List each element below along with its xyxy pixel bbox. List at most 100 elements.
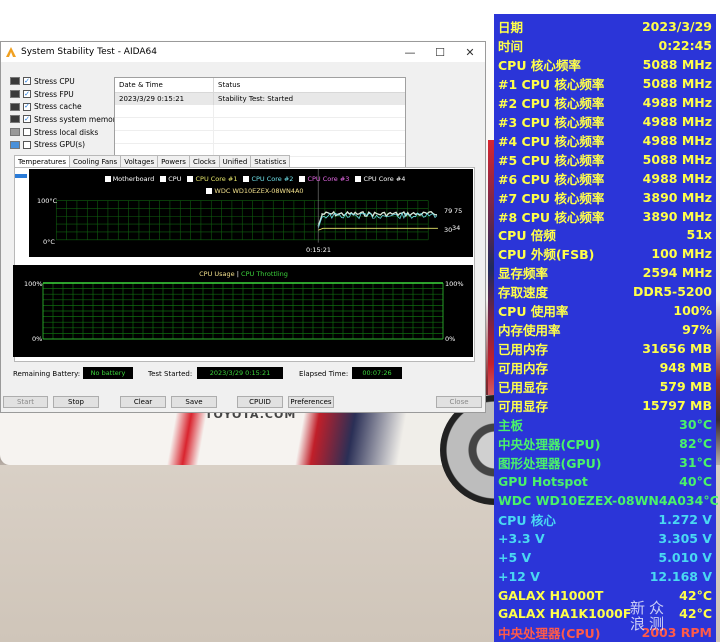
osd-sensor-value: 40°C xyxy=(679,473,712,489)
osd-sensor-row: #1 CPU 核心频率 5088 MHz xyxy=(494,74,716,93)
osd-sensor-row: 存取速度 DDR5-5200 xyxy=(494,282,716,301)
osd-sensor-row: GALAX HA1K1000F 42°C xyxy=(494,604,716,623)
osd-sensor-value: 31°C xyxy=(679,454,712,470)
preferences-button[interactable]: Preferences xyxy=(288,396,334,408)
legend-cpu-throttling: CPU Throttling xyxy=(241,270,288,278)
legend-label: CPU Core #2 xyxy=(251,175,294,183)
osd-sensor-label: #4 CPU 核心频率 xyxy=(498,133,605,149)
minimize-button[interactable]: — xyxy=(395,46,425,59)
osd-sensor-label: +5 V xyxy=(498,549,532,565)
maximize-button[interactable]: ☐ xyxy=(425,46,455,59)
osd-sensor-row: 日期 2023/3/29 xyxy=(494,17,716,36)
stress-checkbox[interactable] xyxy=(23,140,31,149)
osd-sensor-row: +5 V 5.010 V xyxy=(494,548,716,567)
osd-sensor-row: CPU 使用率 100% xyxy=(494,301,716,320)
stress-option-row[interactable]: ✓ Stress CPU xyxy=(10,75,120,88)
osd-sensor-row: 可用显存 15797 MB xyxy=(494,396,716,415)
osd-sensor-value: 100 MHz xyxy=(651,246,712,262)
osd-sensor-value: 579 MB xyxy=(659,379,712,395)
stress-checkbox[interactable]: ✓ xyxy=(23,77,31,86)
osd-sensor-label: #5 CPU 核心频率 xyxy=(498,152,605,168)
elapsed-time-label: Elapsed Time: xyxy=(299,370,349,378)
osd-sensor-value: 15797 MB xyxy=(642,398,712,413)
osd-sensor-row: #2 CPU 核心频率 4988 MHz xyxy=(494,93,716,112)
osd-sensor-row: CPU 核心 1.272 V xyxy=(494,510,716,529)
checkbox-icon xyxy=(104,176,111,182)
stress-option-row[interactable]: ✓ Stress FPU xyxy=(10,88,120,101)
legend-item[interactable]: CPU xyxy=(160,175,181,183)
cpu-chip-icon xyxy=(10,77,20,86)
sina-watermark: 新众 浪测 xyxy=(630,599,665,633)
temperature-legend: Motherboard CPU CPU Core #1 CPU Core #2 CPU … xyxy=(20,175,490,183)
stress-checkbox[interactable] xyxy=(23,128,31,137)
clear-button[interactable]: Clear xyxy=(120,396,166,408)
osd-sensor-row: 中央处理器(CPU) 82°C xyxy=(494,434,716,453)
stress-option-row[interactable]: ✓ Stress cache xyxy=(10,100,120,113)
osd-sensor-label: #7 CPU 核心频率 xyxy=(498,190,605,206)
osd-sensor-value: 3890 MHz xyxy=(642,208,712,224)
stress-checkbox[interactable]: ✓ xyxy=(23,90,31,99)
table-row xyxy=(115,131,405,144)
usage-legend: CPU Usage | CPU Throttling xyxy=(199,270,288,278)
legend-item[interactable]: CPU Core #3 xyxy=(299,175,349,183)
stress-options-list: ✓ Stress CPU ✓ Stress FPU ✓ Stress cache ✓ Stre… xyxy=(10,75,120,151)
close-button[interactable]: Close xyxy=(436,396,482,408)
osd-sensor-label: 中央处理器(CPU) xyxy=(498,626,601,642)
stress-option-row[interactable]: Stress local disks xyxy=(10,126,120,139)
osd-sensor-row: GALAX H1000T 42°C xyxy=(494,586,716,605)
osd-sensor-label: 时间 xyxy=(498,38,524,54)
stop-button[interactable]: Stop xyxy=(53,396,99,408)
osd-sensor-row: GPU Hotspot 40°C xyxy=(494,472,716,491)
col-header-status[interactable]: Status xyxy=(214,78,405,92)
temp-y-bottom-label: 0°C xyxy=(43,238,55,246)
checkbox-icon xyxy=(160,176,167,182)
usage-y-top-right: 100% xyxy=(445,280,464,288)
osd-sensor-row: 可用内存 948 MB xyxy=(494,358,716,377)
stress-checkbox[interactable]: ✓ xyxy=(23,102,31,111)
stress-option-label: Stress cache xyxy=(34,102,82,112)
test-started-lcd: 2023/3/29 0:15:21 xyxy=(197,367,283,379)
osd-sensor-row: 主板 30°C xyxy=(494,415,716,434)
window-title: System Stability Test - AIDA64 xyxy=(21,47,157,57)
osd-sensor-row: #5 CPU 核心频率 5088 MHz xyxy=(494,150,716,169)
save-button[interactable]: Save xyxy=(171,396,217,408)
osd-sensor-row: 已用显存 579 MB xyxy=(494,377,716,396)
legend-item[interactable]: CPU Core #1 xyxy=(187,175,237,183)
temp-y-top-label: 100°C xyxy=(37,197,58,205)
osd-sensor-value: 5088 MHz xyxy=(642,56,712,72)
legend-item[interactable]: CPU Core #4 xyxy=(355,175,405,183)
stress-option-row[interactable]: Stress GPU(s) xyxy=(10,138,120,151)
osd-sensor-row: 图形处理器(GPU) 31°C xyxy=(494,453,716,472)
osd-sensor-value: 30°C xyxy=(679,416,712,432)
row-datetime: 2023/3/29 0:15:21 xyxy=(115,93,214,105)
table-row xyxy=(115,118,405,131)
osd-sensor-value: 2023/3/29 xyxy=(641,19,712,34)
checkbox-icon xyxy=(206,188,213,194)
table-row xyxy=(115,105,405,118)
monitor-icon xyxy=(10,140,20,149)
usage-y-top-left: 100% xyxy=(24,280,43,288)
osd-sensor-row: #6 CPU 核心频率 4988 MHz xyxy=(494,169,716,188)
cpu-usage-graph xyxy=(13,265,473,357)
legend-item[interactable]: Motherboard xyxy=(104,175,154,183)
test-started-label: Test Started: xyxy=(148,370,193,378)
checkbox-icon xyxy=(187,176,194,182)
legend-item[interactable]: CPU Core #2 xyxy=(243,175,293,183)
usage-y-bottom-left: 0% xyxy=(32,335,43,343)
close-window-button[interactable]: ✕ xyxy=(455,46,485,59)
osd-sensor-value: 5088 MHz xyxy=(642,151,712,167)
table-row[interactable]: 2023/3/29 0:15:21 Stability Test: Starte… xyxy=(115,93,405,105)
osd-sensor-label: CPU 使用率 xyxy=(498,304,569,320)
osd-sensor-label: 可用显存 xyxy=(498,399,549,414)
stress-option-label: Stress system memory xyxy=(34,114,121,124)
cpuid-button[interactable]: CPUID xyxy=(237,396,283,408)
disk-legend-item[interactable]: WDC WD10EZEX-08WN4A0 xyxy=(20,187,490,195)
osd-sensor-value: 4988 MHz xyxy=(642,132,712,148)
legend-label: CPU Core #4 xyxy=(363,175,406,183)
window-titlebar[interactable]: System Stability Test - AIDA64 — ☐ ✕ xyxy=(1,42,485,62)
col-header-datetime[interactable]: Date & Time xyxy=(115,78,214,92)
osd-sensor-label: #2 CPU 核心频率 xyxy=(498,95,605,111)
stress-checkbox[interactable]: ✓ xyxy=(23,115,31,124)
stress-option-row[interactable]: ✓ Stress system memory xyxy=(10,113,120,126)
start-button[interactable]: Start xyxy=(3,396,48,408)
